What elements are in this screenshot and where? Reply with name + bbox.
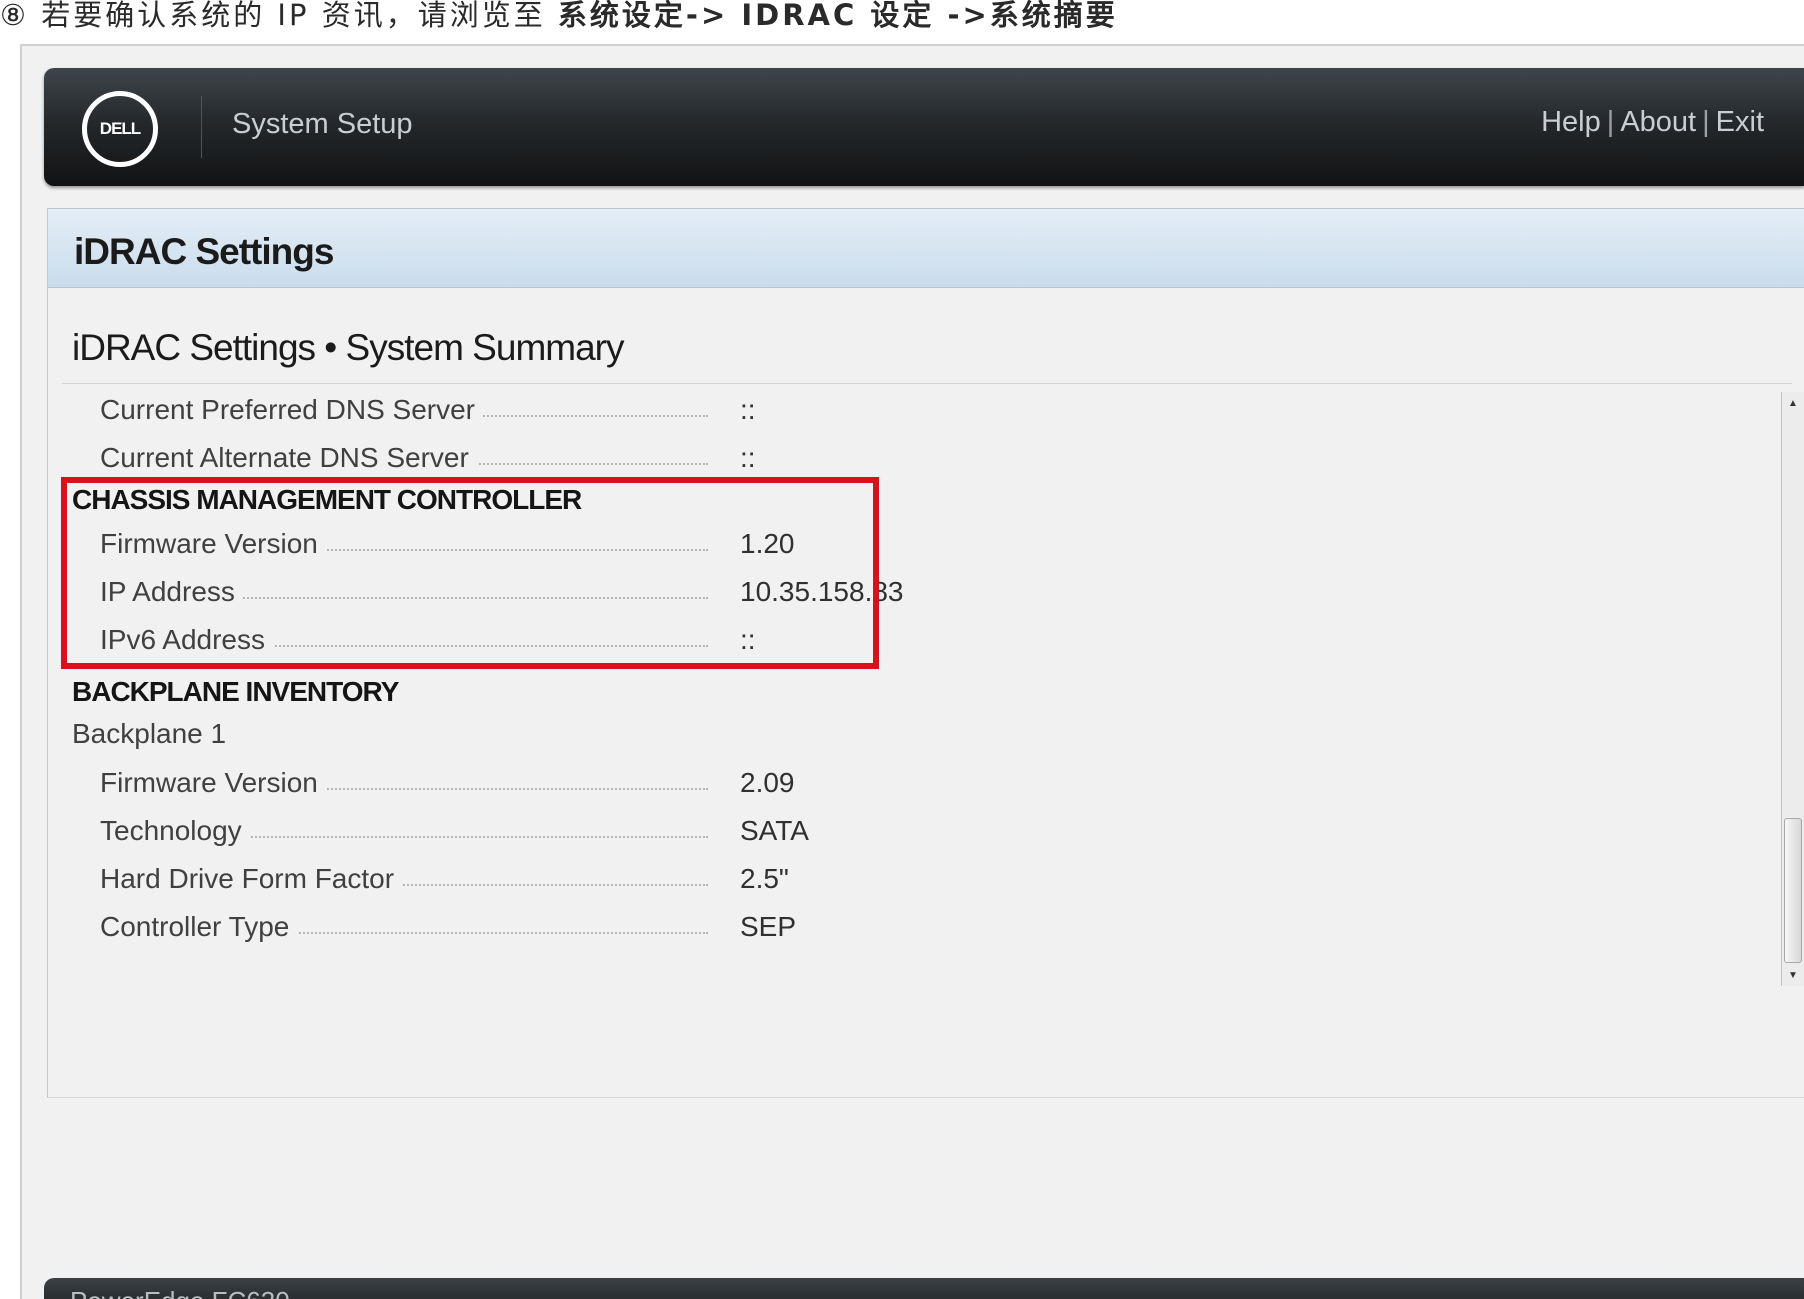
setting-row: Firmware Version 2.09 bbox=[100, 763, 890, 803]
link-separator: | bbox=[1702, 106, 1710, 138]
setting-label: IP Address bbox=[100, 576, 243, 608]
setting-value: :: bbox=[740, 394, 756, 425]
setting-row: Technology SATA bbox=[100, 811, 890, 851]
setting-row: Controller Type SEP bbox=[100, 907, 890, 947]
scroll-up-arrow-icon[interactable]: ▲ bbox=[1782, 392, 1804, 414]
setting-label: Technology bbox=[100, 815, 250, 847]
setting-value: 1.20 bbox=[740, 528, 795, 559]
setting-value: :: bbox=[740, 624, 756, 655]
app-title: System Setup bbox=[232, 108, 413, 140]
setting-label: Firmware Version bbox=[100, 767, 326, 799]
setting-row: IPv6 Address :: bbox=[100, 620, 890, 660]
setting-row: Current Alternate DNS Server :: bbox=[100, 438, 890, 478]
setting-value: :: bbox=[740, 442, 756, 473]
setting-row: Hard Drive Form Factor 2.5" bbox=[100, 859, 890, 899]
header-divider bbox=[201, 96, 202, 158]
caption-path: 系统设定-> IDRAC 设定 ->系统摘要 bbox=[557, 0, 1118, 32]
panel-header: iDRAC Settings bbox=[48, 209, 1804, 288]
system-model: PowerEdge FC630 bbox=[70, 1286, 290, 1299]
setting-value: 2.09 bbox=[740, 767, 795, 798]
setting-label: Current Preferred DNS Server bbox=[100, 394, 484, 426]
scroll-thumb[interactable] bbox=[1784, 818, 1802, 963]
vertical-scrollbar[interactable]: ▲ ▼ bbox=[1781, 392, 1804, 986]
link-separator: | bbox=[1606, 106, 1615, 138]
dell-logo-text: DELL bbox=[99, 119, 141, 138]
section-heading-cmc: CHASSIS MANAGEMENT CONTROLLER bbox=[72, 484, 582, 515]
content-panel: iDRAC Settings iDRAC Settings • System S… bbox=[47, 208, 1804, 1098]
help-link[interactable]: Help bbox=[1541, 106, 1601, 138]
setting-label: IPv6 Address bbox=[100, 624, 273, 656]
setting-value: 2.5" bbox=[740, 863, 789, 894]
dell-logo-icon: DELL bbox=[82, 91, 158, 167]
top-bar: DELL System Setup Help | About | Exit bbox=[44, 68, 1804, 186]
title-divider bbox=[62, 383, 1792, 384]
setting-row: Firmware Version 1.20 bbox=[100, 524, 890, 564]
panel-title: iDRAC Settings bbox=[74, 231, 334, 272]
scroll-down-arrow-icon[interactable]: ▼ bbox=[1782, 964, 1804, 986]
header-links: Help | About | Exit bbox=[1541, 106, 1764, 139]
setting-label: Hard Drive Form Factor bbox=[100, 863, 403, 895]
bottom-bar: PowerEdge FC630 bbox=[44, 1278, 1804, 1299]
setting-value: SATA bbox=[740, 815, 809, 846]
system-setup-screen: DELL System Setup Help | About | Exit iDRAC … bbox=[20, 44, 1804, 1299]
setting-value: SEP bbox=[740, 911, 797, 942]
setting-label: Controller Type bbox=[100, 911, 298, 943]
exit-link[interactable]: Exit bbox=[1716, 106, 1764, 138]
section-heading-backplane: BACKPLANE INVENTORY bbox=[72, 676, 399, 707]
about-link[interactable]: About bbox=[1620, 106, 1696, 138]
page-title: iDRAC Settings • System Summary bbox=[72, 327, 624, 368]
instruction-caption: ⑧ 若要确认系统的 IP 资讯，请浏览至 系统设定-> IDRAC 设定 ->系… bbox=[0, 0, 1118, 42]
setting-label: Firmware Version bbox=[100, 528, 326, 560]
backplane-subheading: Backplane 1 bbox=[72, 718, 227, 749]
setting-label: Current Alternate DNS Server bbox=[100, 442, 477, 474]
caption-prefix: ⑧ 若要确认系统的 IP 资讯，请浏览至 bbox=[0, 0, 558, 32]
setting-row: IP Address 10.35.158.83 bbox=[100, 572, 904, 612]
setting-row: Current Preferred DNS Server :: bbox=[100, 390, 890, 430]
setting-value: 10.35.158.83 bbox=[740, 576, 904, 607]
